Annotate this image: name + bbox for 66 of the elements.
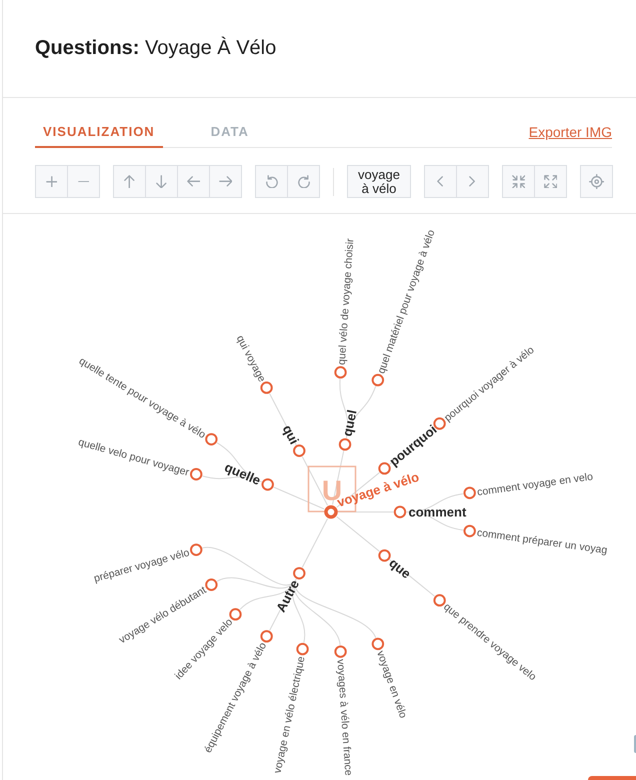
root-node-icon[interactable] [324, 505, 338, 519]
undo-icon [266, 174, 278, 188]
node-ring-icon[interactable] [293, 444, 306, 457]
move-up-button[interactable] [113, 165, 146, 198]
move-right-button[interactable] [209, 165, 242, 198]
node-ring-icon[interactable] [260, 382, 273, 394]
expand-arrows-icon [544, 174, 558, 188]
category-label: quel [339, 408, 360, 438]
node-ring-icon[interactable] [262, 478, 274, 491]
center-view-button[interactable] [580, 165, 613, 198]
leaf-label: quelle velo pour voyager [76, 436, 190, 479]
node-ring-icon[interactable] [334, 366, 347, 379]
arrow-left-icon [186, 176, 200, 187]
category-label: qui [280, 422, 302, 447]
node-ring-icon[interactable] [378, 549, 391, 562]
node-ring-icon[interactable] [229, 608, 242, 621]
redo-icon [298, 174, 310, 188]
redo-button[interactable] [287, 165, 320, 198]
node-ring-icon[interactable] [190, 544, 202, 556]
node-ring-icon[interactable] [394, 506, 406, 518]
zoom-in-button[interactable] [35, 165, 68, 198]
leaf-label: voyages à vélo en france [334, 658, 354, 776]
collapse-button[interactable] [502, 165, 535, 198]
plus-icon [46, 176, 58, 188]
move-left-button[interactable] [177, 165, 210, 198]
page-title: Questions: Voyage À Vélo [35, 37, 276, 60]
arrow-down-icon [156, 174, 167, 188]
move-down-button[interactable] [145, 165, 178, 198]
arrow-up-icon [124, 174, 135, 188]
arrow-right-icon [218, 176, 232, 187]
node-ring-icon[interactable] [260, 630, 273, 643]
node-ring-icon[interactable] [338, 438, 352, 451]
undo-button[interactable] [255, 165, 288, 198]
category-label: Autre [273, 577, 302, 614]
category-label: quelle [222, 459, 263, 488]
leaf-label: quel matériel pour voyage à vélo [375, 228, 438, 376]
leaf-label: voyage en vélo [374, 649, 410, 720]
node-ring-icon[interactable] [372, 374, 384, 386]
node-ring-icon[interactable] [334, 645, 347, 658]
minus-icon [78, 180, 90, 182]
target-icon [588, 174, 604, 190]
focus-node-button[interactable]: voyage à vélo [347, 165, 411, 198]
collapse-arrows-icon [512, 174, 526, 188]
node-ring-icon[interactable] [372, 638, 384, 650]
node-ring-icon[interactable] [293, 567, 306, 580]
node-ring-icon[interactable] [205, 578, 218, 591]
leaf-label: quel vélo de voyage choisir [336, 238, 356, 366]
node-ring-icon[interactable] [205, 433, 218, 446]
chevron-right-icon [469, 176, 476, 187]
category-label: que [386, 555, 414, 582]
node-ring-icon[interactable] [296, 642, 309, 656]
leaf-label: comment préparer un voyag [476, 526, 608, 557]
node-ring-icon[interactable] [433, 594, 446, 607]
leaf-label: comment voyage en velo [476, 470, 594, 498]
chevron-left-icon [437, 176, 444, 187]
leaf-label: voyage en vélo électrique [272, 655, 308, 774]
category-label: comment [408, 504, 466, 520]
node-ring-icon[interactable] [464, 524, 476, 538]
node-ring-icon[interactable] [464, 486, 476, 500]
tab[interactable]: VISUALIZATION [35, 118, 163, 148]
node-ring-icon[interactable] [190, 468, 202, 480]
edge-handle [634, 735, 636, 753]
export-link[interactable]: Exporter IMG [528, 124, 612, 140]
expand-button[interactable] [534, 165, 567, 198]
tab[interactable]: DATA [202, 118, 257, 148]
node-ring-icon[interactable] [378, 462, 391, 475]
